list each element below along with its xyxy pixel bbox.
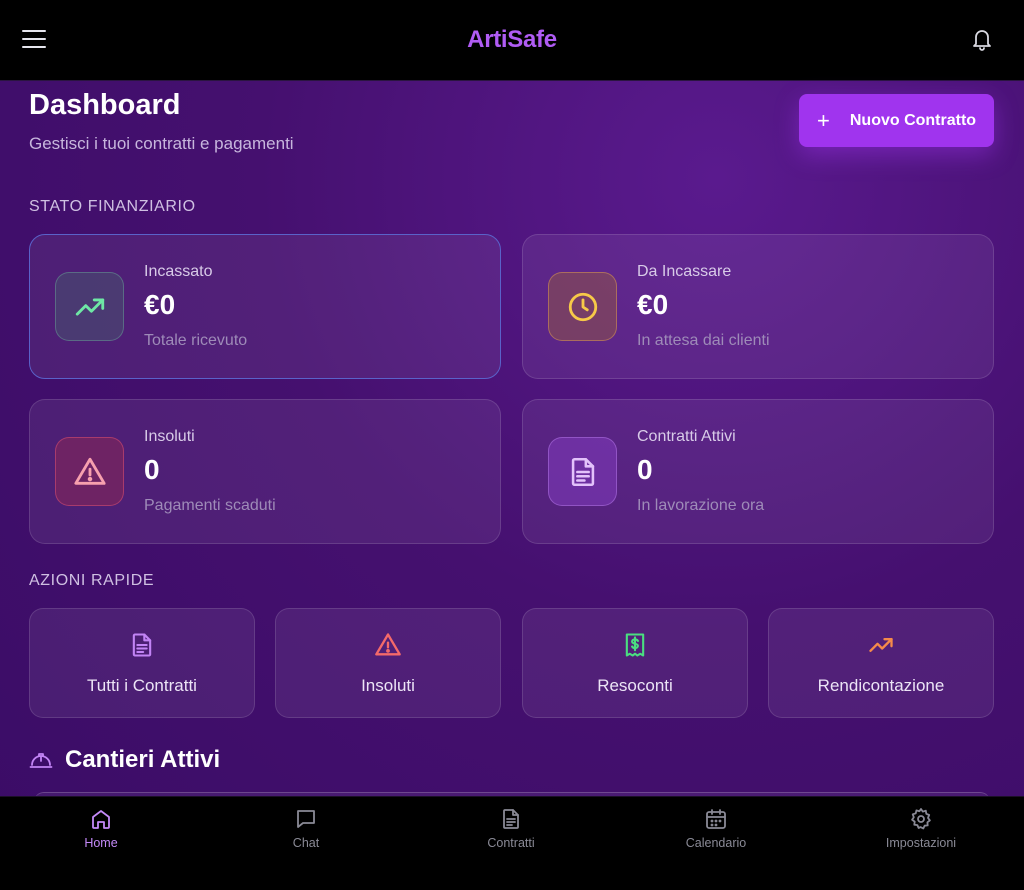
nav-label: Impostazioni — [885, 836, 957, 850]
quick-action-label: Resoconti — [597, 676, 673, 695]
clock-icon — [548, 272, 617, 341]
stat-subtitle: Totale ricevuto — [144, 332, 248, 349]
nav-home[interactable]: Home — [41, 807, 161, 850]
cantieri-section-header: Cantieri Attivi — [29, 746, 220, 774]
warning-triangle-icon — [375, 633, 401, 656]
stat-title: Incassato — [144, 263, 213, 280]
nav-chat[interactable]: Chat — [246, 807, 366, 850]
stat-card-da-incassare[interactable]: Da Incassare €0 In attesa dai clienti — [522, 234, 994, 379]
new-contract-button[interactable]: + Nuovo Contratto — [799, 94, 994, 147]
stat-title: Insoluti — [144, 428, 195, 445]
document-icon — [548, 437, 617, 506]
warning-triangle-icon — [55, 437, 124, 506]
brand-logo: ArtiSafe — [467, 26, 557, 53]
stat-subtitle: Pagamenti scaduti — [144, 497, 276, 514]
new-contract-label: Nuovo Contratto — [849, 111, 977, 129]
quick-action-label: Tutti i Contratti — [87, 676, 197, 695]
stat-subtitle: In attesa dai clienti — [637, 332, 770, 349]
receipt-dollar-icon — [625, 633, 645, 657]
hard-hat-icon — [29, 753, 53, 768]
page-title: Dashboard — [29, 89, 181, 121]
quick-action-label: Insoluti — [361, 676, 415, 695]
quick-actions-section-label: AZIONI RAPIDE — [29, 572, 155, 589]
stat-card-insoluti[interactable]: Insoluti 0 Pagamenti scaduti — [29, 399, 501, 544]
nav-label: Contratti — [487, 836, 535, 850]
quick-action-tutti-contratti[interactable]: Tutti i Contratti — [29, 608, 255, 718]
nav-label: Home — [84, 836, 118, 850]
plus-icon: + — [817, 107, 830, 133]
bottom-nav: Home Chat Contratti Calendario Impostazi… — [0, 796, 1024, 890]
quick-action-insoluti[interactable]: Insoluti — [275, 608, 501, 718]
financial-section-label: STATO FINANZIARIO — [29, 198, 196, 215]
home-icon — [92, 810, 110, 829]
gear-icon — [911, 808, 931, 830]
nav-impostazioni[interactable]: Impostazioni — [861, 807, 981, 850]
calendar-icon — [706, 809, 726, 829]
nav-contratti[interactable]: Contratti — [451, 807, 571, 850]
bell-icon[interactable] — [970, 26, 994, 52]
stat-value: 0 — [144, 454, 160, 485]
top-bar: ArtiSafe — [0, 0, 1024, 81]
stat-value: €0 — [144, 289, 176, 320]
stat-card-incassato[interactable]: Incassato €0 Totale ricevuto — [29, 234, 501, 379]
page-subtitle: Gestisci i tuoi contratti e pagamenti — [29, 134, 294, 153]
cantieri-title: Cantieri Attivi — [65, 746, 221, 773]
nav-label: Calendario — [685, 836, 747, 850]
document-icon — [132, 633, 152, 657]
stat-subtitle: In lavorazione ora — [637, 497, 765, 514]
stat-title: Da Incassare — [637, 263, 732, 280]
quick-action-label: Rendicontazione — [817, 676, 945, 695]
chat-bubble-icon — [297, 810, 315, 828]
app-root: ArtiSafe Dashboard Gestisci i tuoi contr… — [0, 0, 1024, 890]
stat-title: Contratti Attivi — [637, 428, 736, 445]
trending-up-icon — [869, 638, 893, 652]
document-icon — [503, 809, 519, 829]
stat-value: €0 — [637, 289, 669, 320]
quick-action-rendicontazione[interactable]: Rendicontazione — [768, 608, 994, 718]
nav-label: Chat — [292, 836, 320, 850]
hamburger-menu-icon[interactable] — [22, 28, 46, 50]
quick-action-resoconti[interactable]: Resoconti — [522, 608, 748, 718]
stat-value: 0 — [637, 454, 653, 485]
nav-calendario[interactable]: Calendario — [656, 807, 776, 850]
trending-up-icon — [55, 272, 124, 341]
stat-card-contratti-attivi[interactable]: Contratti Attivi 0 In lavorazione ora — [522, 399, 994, 544]
